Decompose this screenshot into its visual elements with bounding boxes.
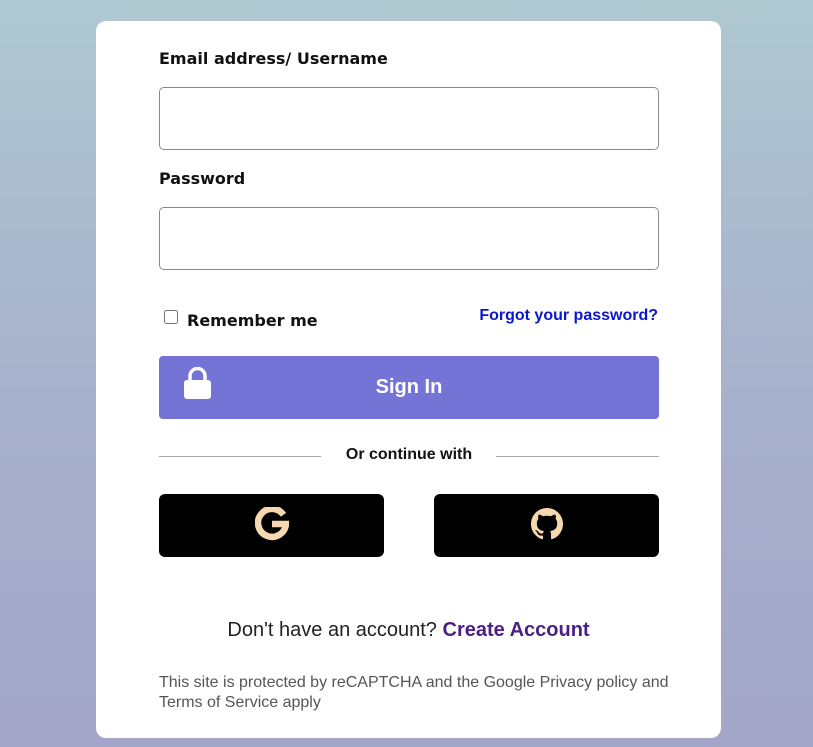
password-label: Password xyxy=(159,169,246,188)
google-signin-button[interactable] xyxy=(159,494,384,557)
email-label: Email address/ Username xyxy=(159,49,388,68)
divider-text: Or continue with xyxy=(345,446,473,463)
recaptcha-notice: This site is protected by reCAPTCHA and … xyxy=(159,674,669,711)
login-card: Email address/ Username Password Remembe… xyxy=(96,21,721,738)
remember-me-label: Remember me xyxy=(187,311,318,330)
remember-me[interactable]: Remember me xyxy=(164,309,318,330)
create-account-link[interactable]: Create Account xyxy=(443,619,590,641)
github-signin-button[interactable] xyxy=(434,494,659,557)
google-icon xyxy=(254,505,290,544)
sign-in-label: Sign In xyxy=(375,376,443,398)
forgot-password-link[interactable]: Forgot your password? xyxy=(479,307,658,325)
sign-in-button[interactable]: Sign In xyxy=(159,356,659,419)
signup-prompt: Don't have an account? Create Account xyxy=(96,619,721,642)
password-field[interactable] xyxy=(159,207,659,270)
remember-me-checkbox[interactable] xyxy=(164,309,178,324)
email-field[interactable] xyxy=(159,87,659,150)
github-icon xyxy=(530,508,563,543)
divider-right xyxy=(496,456,659,457)
signup-prompt-text: Don't have an account? xyxy=(227,619,437,641)
